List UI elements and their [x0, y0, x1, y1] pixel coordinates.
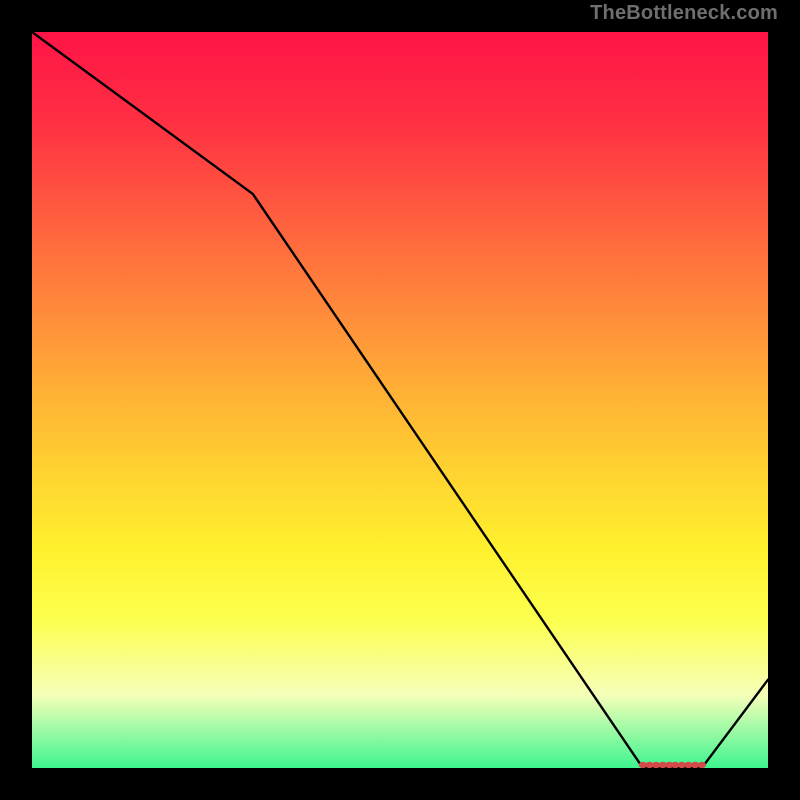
data-marker: [645, 762, 653, 768]
plot-area: [32, 32, 768, 768]
data-marker: [671, 762, 679, 768]
data-marker: [639, 762, 647, 768]
marker-group: [32, 32, 768, 768]
data-marker: [678, 762, 686, 768]
data-marker: [684, 762, 692, 768]
data-marker: [665, 762, 673, 768]
data-marker: [659, 762, 667, 768]
chart-container: TheBottleneck.com: [0, 0, 800, 800]
data-marker: [691, 762, 699, 768]
data-marker: [698, 762, 706, 768]
line-curve: [32, 32, 768, 768]
attribution-text: TheBottleneck.com: [590, 2, 778, 25]
data-marker: [652, 762, 660, 768]
